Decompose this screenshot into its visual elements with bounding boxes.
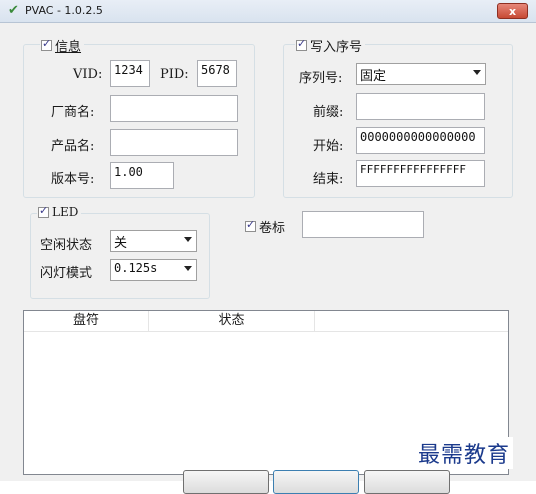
serial-legend[interactable]: 写入序号 <box>295 36 366 55</box>
serial-checkbox[interactable] <box>296 37 307 51</box>
start-label: 开始: <box>313 139 344 154</box>
serial-type-value: 固定 <box>360 69 387 84</box>
serial-type-select[interactable]: 固定 <box>356 63 486 85</box>
app-icon: ✔ <box>8 3 19 18</box>
idle-state-label: 空闲状态 <box>40 238 93 253</box>
product-input[interactable] <box>110 129 238 156</box>
prefix-input[interactable] <box>356 93 485 120</box>
vid-label: VID: <box>73 67 103 82</box>
chevron-down-icon <box>473 70 481 75</box>
action-button-1[interactable] <box>183 470 269 494</box>
pid-input[interactable]: 5678 <box>197 60 237 87</box>
list-header: 盘符 状态 <box>24 311 508 332</box>
vendor-input[interactable] <box>110 95 238 122</box>
pid-label: PID: <box>160 67 189 82</box>
start-input[interactable]: 0000000000000000 <box>356 127 485 154</box>
volume-label: 卷标 <box>259 221 286 236</box>
close-icon: x <box>508 5 517 18</box>
serial-legend-label: 写入序号 <box>310 40 363 55</box>
led-legend[interactable]: LED <box>37 204 82 219</box>
action-button-3[interactable] <box>364 470 450 494</box>
end-label: 结束: <box>313 172 344 187</box>
prefix-label: 前缀: <box>313 105 344 120</box>
idle-state-value: 关 <box>114 236 128 251</box>
blink-mode-label: 闪灯模式 <box>40 266 93 281</box>
product-label: 产品名: <box>51 139 95 154</box>
version-input[interactable]: 1.00 <box>110 162 174 189</box>
chevron-down-icon <box>184 266 192 271</box>
window-title: PVAC - 1.0.2.5 <box>25 4 103 17</box>
info-checkbox[interactable] <box>41 37 52 51</box>
app-window: ✔ PVAC - 1.0.2.5 x 信息 VID: 1234 PID: 567… <box>0 0 536 494</box>
led-checkbox[interactable] <box>38 204 49 218</box>
volume-checkbox[interactable] <box>245 218 256 232</box>
chevron-down-icon <box>184 237 192 242</box>
column-status[interactable]: 状态 <box>149 311 315 331</box>
led-group <box>30 213 210 299</box>
version-label: 版本号: <box>51 172 95 187</box>
idle-state-select[interactable]: 关 <box>110 230 197 252</box>
blink-mode-select[interactable]: 0.125s <box>110 259 197 281</box>
watermark: 最需教育 <box>415 437 514 469</box>
volume-checkbox-row[interactable]: 卷标 <box>244 217 289 236</box>
title-bar: ✔ PVAC - 1.0.2.5 x <box>0 0 536 23</box>
close-button[interactable]: x <box>497 3 528 19</box>
info-legend[interactable]: 信息 <box>40 36 85 55</box>
blink-mode-value: 0.125s <box>114 261 158 275</box>
action-button-2[interactable] <box>273 470 359 494</box>
vid-input[interactable]: 1234 <box>110 60 150 87</box>
vendor-label: 厂商名: <box>51 105 95 120</box>
led-legend-label: LED <box>52 205 79 219</box>
end-input[interactable]: FFFFFFFFFFFFFFFF <box>356 160 485 187</box>
volume-input[interactable] <box>302 211 424 238</box>
info-legend-label: 信息 <box>55 40 82 55</box>
serial-type-label: 序列号: <box>299 71 343 86</box>
column-drive[interactable]: 盘符 <box>24 311 149 331</box>
